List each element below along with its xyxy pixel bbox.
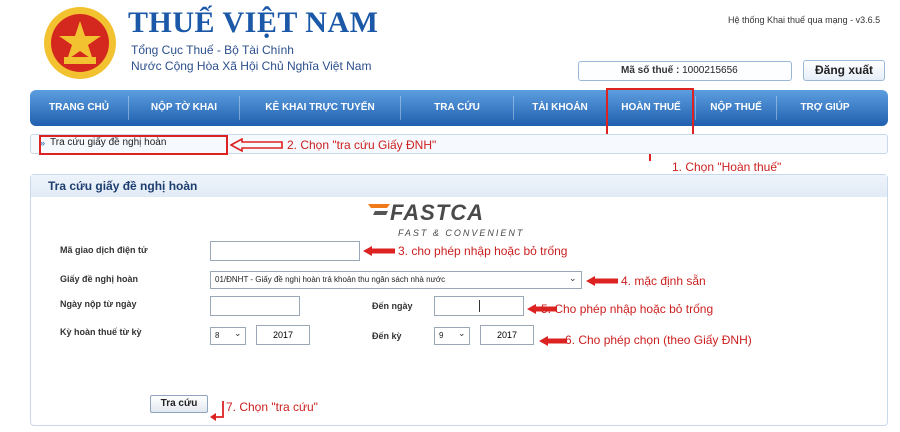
brand-subtitle-ministry: Tổng Cục Thuế - Bộ Tài Chính <box>131 43 294 57</box>
period-to-year-input[interactable] <box>480 325 534 345</box>
brand-title: THUẾ VIỆT NAM <box>128 6 379 39</box>
request-form-select[interactable]: 01/ĐNHT - Giấy đề nghị hoàn trả khoản th… <box>210 271 582 289</box>
nav-item-home[interactable]: TRANG CHỦ <box>30 90 128 126</box>
annotation-step2: 2. Chọn "tra cứu Giấy ĐNH" <box>287 138 437 152</box>
nav-item-online-declaration[interactable]: KÊ KHAI TRỰC TUYẾN <box>240 90 400 126</box>
period-from-month-value: 8 <box>215 331 220 340</box>
transaction-code-input[interactable] <box>210 241 360 261</box>
panel-title: Tra cứu giấy đề nghị hoàn <box>48 179 198 193</box>
highlight-lookup-link <box>39 135 228 155</box>
arrow-left-icon <box>230 138 283 152</box>
system-version-text: Hệ thống Khai thuế qua mạng - v3.6.5 <box>728 15 881 25</box>
chevron-down-icon: ⌄ <box>458 328 466 338</box>
brand-subtitle-country: Nước Cộng Hòa Xã Hội Chủ Nghĩa Việt Nam <box>131 59 372 73</box>
from-date-label: Ngày nộp từ ngày <box>60 299 137 309</box>
nav-item-pay-tax[interactable]: NỘP THUẾ <box>696 90 776 126</box>
main-nav: TRANG CHỦ NỘP TỜ KHAI KÊ KHAI TRỰC TUYẾN… <box>30 90 888 126</box>
arrow-left-icon <box>210 401 224 421</box>
watermark-brand: FASTCA <box>390 200 484 225</box>
nav-item-account[interactable]: TÀI KHOẢN <box>514 90 606 126</box>
arrow-left-icon <box>586 276 618 286</box>
highlight-refund-tab <box>606 88 694 136</box>
text-cursor <box>479 300 480 312</box>
watermark-tagline: FAST & CONVENIENT <box>398 228 525 238</box>
nav-item-lookup[interactable]: TRA CỨU <box>401 90 513 126</box>
period-from-year-input[interactable] <box>256 325 310 345</box>
request-form-selected-value: 01/ĐNHT - Giấy đề nghị hoàn trả khoản th… <box>215 275 446 284</box>
tax-emblem-logo <box>44 7 116 79</box>
annotation-step7: 7. Chọn "tra cứu" <box>226 400 318 414</box>
chevron-down-icon: ⌄ <box>569 273 577 283</box>
period-from-label: Kỳ hoàn thuế từ kỳ <box>60 327 142 337</box>
nav-item-submit-declaration[interactable]: NỘP TỜ KHAI <box>129 90 239 126</box>
arrow-left-icon <box>363 246 395 256</box>
annotation-step4: 4. mặc định sẵn <box>621 274 706 288</box>
annotation-step6: 6. Cho phép chọn (theo Giấy ĐNH) <box>565 333 752 347</box>
chevron-down-icon: ⌄ <box>234 328 242 338</box>
fastca-logo-icon <box>368 204 390 215</box>
to-date-label: Đến ngày <box>372 301 413 311</box>
annotation-step5: 5. Cho phép nhập hoặc bỏ trống <box>541 302 714 316</box>
request-form-label: Giấy đề nghị hoàn <box>60 274 139 284</box>
nav-item-help[interactable]: TRỢ GIÚP <box>777 90 873 126</box>
arrow-left-icon <box>539 336 567 346</box>
search-button[interactable]: Tra cứu <box>150 395 208 413</box>
annotation-step1: 1. Chọn "Hoàn thuế" <box>672 160 782 174</box>
logout-button[interactable]: Đăng xuất <box>803 60 885 81</box>
tax-code-display: Mã số thuế : 1000215656 <box>578 61 792 81</box>
transaction-code-label: Mã giao dịch điện tử <box>60 245 148 255</box>
tax-code-label: Mã số thuế : <box>621 65 680 76</box>
from-date-input[interactable] <box>210 296 300 316</box>
annotation-step3: 3. cho phép nhập hoặc bỏ trống <box>398 244 568 258</box>
period-to-label: Đến kỳ <box>372 331 402 341</box>
tax-code-value: 1000215656 <box>682 65 738 76</box>
period-to-month-value: 9 <box>439 331 444 340</box>
